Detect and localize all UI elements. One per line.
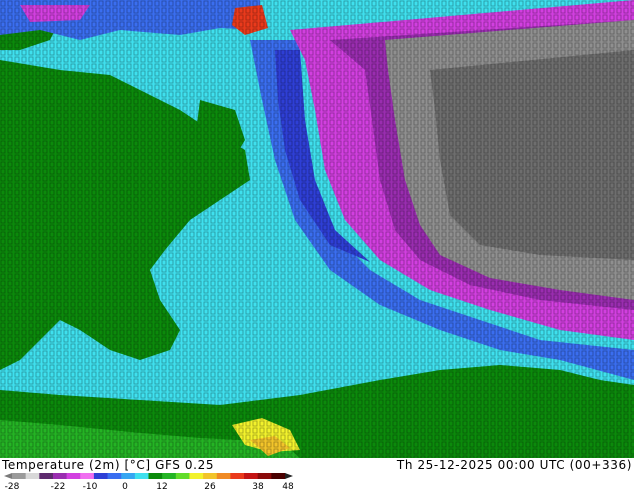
colorbar-swatch xyxy=(134,473,149,479)
valid-time-label: Th 25-12-2025 00:00 UTC (00+336) xyxy=(396,458,632,472)
colorbar-swatch xyxy=(203,473,218,479)
colorbar-tick-label: 12 xyxy=(156,482,167,490)
colorbar-swatch xyxy=(162,473,177,479)
colorbar-swatch xyxy=(25,473,40,479)
model-label: GFS 0.25 xyxy=(155,458,215,472)
colorbar-tick-label: 0 xyxy=(122,482,128,490)
colorbar-swatch xyxy=(216,473,231,479)
colorbar-swatch xyxy=(189,473,204,479)
colorbar-tick-label: -10 xyxy=(83,482,98,490)
colorbar-tick-label: -22 xyxy=(51,482,66,490)
variable-label: Temperature (2m) [°C] xyxy=(2,458,151,472)
colorbar-swatch xyxy=(39,473,54,479)
colorbar-tick-label: 38 xyxy=(252,482,264,490)
colorbar-swatch xyxy=(12,473,27,479)
temperature-map xyxy=(0,0,634,458)
colorbar-swatch xyxy=(80,473,95,479)
colorbar-swatch xyxy=(107,473,122,479)
value-grid-overlay xyxy=(0,0,634,458)
colorbar-tick-label: 48 xyxy=(282,482,294,490)
colorbar-swatch xyxy=(175,473,190,479)
map-caption-variable: Temperature (2m) [°C] GFS 0.25 xyxy=(2,458,214,472)
colorbar-swatch xyxy=(66,473,81,479)
colorbar-swatch xyxy=(52,473,68,479)
colorbar-tick-label: 26 xyxy=(204,482,216,490)
colorbar-swatch xyxy=(230,473,245,479)
colorbar-swatch xyxy=(244,473,259,479)
temperature-colorbar: -28 -22 -10 0 12 26 38 48 xyxy=(4,473,294,490)
colorbar-swatch xyxy=(121,473,136,479)
colorbar-tick-label: -28 xyxy=(5,482,20,490)
colorbar-swatch xyxy=(271,473,286,479)
colorbar-right-arrow xyxy=(285,473,293,479)
colorbar-left-arrow xyxy=(4,473,12,479)
map-footer: Temperature (2m) [°C] GFS 0.25 Th 25-12-… xyxy=(0,458,634,490)
colorbar-swatch xyxy=(257,473,272,479)
colorbar-swatch xyxy=(148,473,163,479)
colorbar-swatch xyxy=(93,473,109,479)
